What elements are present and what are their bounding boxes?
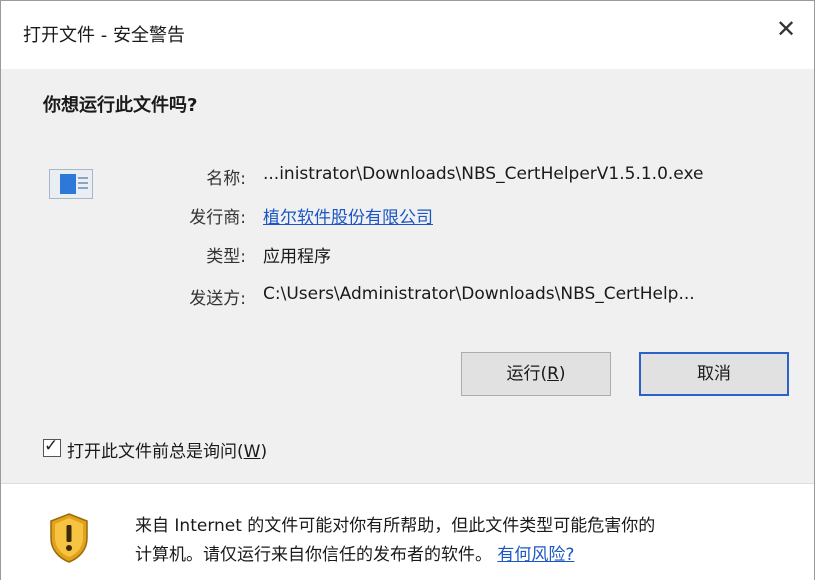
risk-link[interactable]: 有何风险? <box>497 545 574 565</box>
always-ask-label-end: ) <box>260 442 268 462</box>
always-ask-label-text: 打开此文件前总是询问( <box>67 442 244 462</box>
from-label: 发送方: <box>189 289 246 309</box>
run-button-end: ) <box>558 364 566 384</box>
publisher-label: 发行商: <box>189 208 246 228</box>
checkmark-icon: ✓ <box>44 436 59 456</box>
warning-footer: 来自 Internet 的文件可能对你有所帮助，但此文件类型可能危害你的 计算机… <box>1 483 814 582</box>
title-bar: 打开文件 - 安全警告 ✕ <box>1 1 814 69</box>
always-ask-label-key: W <box>243 442 261 462</box>
type-label: 类型: <box>206 247 246 267</box>
run-button[interactable]: 运行(R) <box>461 352 611 396</box>
cancel-button[interactable]: 取消 <box>639 352 789 396</box>
warning-line1: 来自 Internet 的文件可能对你有所帮助，但此文件类型可能危害你的 <box>135 516 656 536</box>
name-value: ...inistrator\Downloads\NBS_CertHelperV1… <box>263 164 704 184</box>
dialog-title: 打开文件 - 安全警告 <box>23 25 185 46</box>
close-icon[interactable]: ✕ <box>772 15 800 43</box>
run-question: 你想运行此文件吗? <box>43 95 198 116</box>
publisher-link[interactable]: 植尔软件股份有限公司 <box>263 203 433 228</box>
warning-line2: 计算机。请仅运行来自你信任的发布者的软件。 <box>135 545 492 565</box>
always-ask-checkbox[interactable]: ✓ <box>43 436 61 457</box>
warning-text: 来自 Internet 的文件可能对你有所帮助，但此文件类型可能危害你的 计算机… <box>135 512 795 570</box>
run-button-key: R <box>547 364 559 384</box>
type-value: 应用程序 <box>263 247 331 267</box>
from-value: C:\Users\Administrator\Downloads\NBS_Cer… <box>263 284 695 304</box>
always-ask-label[interactable]: 打开此文件前总是询问(W) <box>67 437 267 462</box>
warning-shield-icon <box>50 513 88 563</box>
security-warning-dialog: 打开文件 - 安全警告 ✕ 你想运行此文件吗? 名称: ...inistrato… <box>0 0 815 582</box>
name-label: 名称: <box>206 169 246 189</box>
run-button-text: 运行( <box>506 364 548 384</box>
